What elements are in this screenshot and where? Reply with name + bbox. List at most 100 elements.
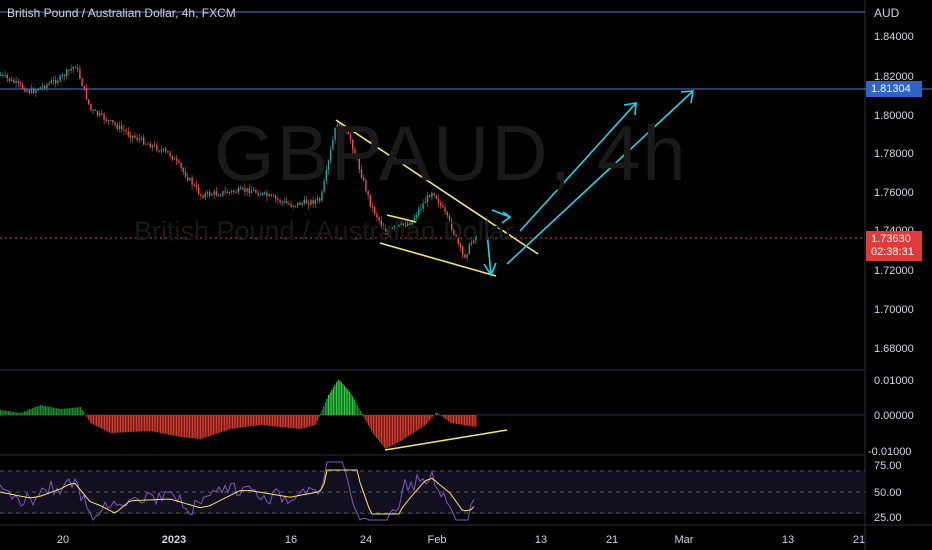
histogram-bar	[16, 412, 18, 415]
candle-body	[162, 148, 165, 150]
histogram-bar	[129, 415, 131, 433]
candle-body	[299, 202, 301, 205]
rsi-tick: 25.00	[874, 512, 902, 524]
candle-body	[444, 207, 446, 212]
histogram-bar	[344, 386, 346, 415]
histogram-bar	[332, 387, 334, 415]
histogram-bar	[340, 382, 342, 415]
candle-body	[30, 89, 33, 93]
histogram-bar	[51, 407, 53, 415]
histogram-bar	[184, 415, 186, 438]
candle-body	[206, 192, 209, 194]
histogram-bar	[217, 415, 219, 434]
candle-body	[83, 86, 85, 89]
candle-body	[437, 198, 440, 204]
histogram-bar	[313, 415, 315, 426]
histogram-bar	[289, 415, 291, 428]
histogram-bar	[169, 415, 171, 435]
histogram-bar	[206, 415, 208, 437]
histogram-bar	[100, 415, 102, 429]
histogram-bar	[134, 415, 136, 432]
histogram-bar	[83, 412, 85, 415]
histogram-bar	[400, 415, 402, 441]
histogram-bar	[180, 415, 182, 438]
histogram-bar	[8, 411, 10, 415]
histogram-bar	[320, 413, 322, 415]
time-label: 2023	[162, 534, 186, 546]
histogram-bar	[270, 415, 272, 427]
histogram-bar	[470, 415, 472, 427]
histogram-bar	[174, 415, 176, 436]
histogram-bar	[153, 415, 155, 432]
price-tick: 1.84000	[874, 31, 914, 43]
histogram-bar	[56, 408, 58, 415]
price-tick: 1.72000	[874, 265, 914, 277]
time-label: 16	[285, 534, 297, 546]
candle-body	[424, 201, 426, 204]
candle-body	[149, 143, 151, 148]
histogram-bar	[52, 407, 54, 415]
candle-body	[418, 209, 420, 216]
candle-body	[288, 203, 290, 205]
histogram-bar	[368, 415, 370, 426]
histogram-bar	[147, 415, 149, 432]
histogram-bar	[334, 384, 336, 415]
histogram-bar	[377, 415, 379, 440]
candle-body	[189, 178, 191, 181]
histogram-bar	[468, 415, 470, 426]
histogram-bar	[235, 415, 237, 429]
candle-body	[41, 85, 44, 88]
candle-body	[158, 150, 160, 152]
candle-body	[6, 74, 8, 79]
histogram-bar	[1, 410, 3, 415]
histogram-bar	[120, 415, 122, 433]
histogram-bar	[105, 415, 107, 431]
candle-body	[37, 89, 39, 91]
histogram-bar	[108, 415, 110, 433]
time-label: 21	[606, 534, 618, 546]
candle-body	[35, 90, 37, 93]
candle-body	[145, 143, 147, 145]
histogram-bar	[172, 415, 174, 436]
candle-body	[123, 129, 125, 131]
candle-body	[371, 206, 374, 208]
histogram-bar	[350, 393, 352, 415]
histogram-bar	[398, 415, 400, 442]
histogram-bar	[204, 415, 206, 438]
histogram-bar	[193, 415, 195, 439]
histogram-bar	[251, 415, 253, 427]
candle-body	[125, 130, 127, 132]
histogram-bar	[304, 415, 306, 428]
oscillator-histogram[interactable]	[0, 379, 477, 449]
histogram-bar	[91, 415, 93, 424]
histogram-bar	[348, 391, 350, 415]
candle-body	[374, 207, 376, 214]
histogram-bar	[356, 405, 358, 415]
histogram-bar	[240, 415, 242, 428]
histogram-bar	[435, 412, 437, 415]
histogram-bar	[43, 405, 45, 415]
candle-body	[171, 156, 173, 160]
histogram-bar	[88, 415, 90, 420]
histogram-bar	[456, 415, 458, 424]
candle-body	[308, 203, 310, 205]
histogram-bar	[443, 415, 445, 418]
histogram-bar	[182, 415, 184, 438]
candle-body	[92, 109, 94, 111]
histogram-bar	[411, 415, 413, 434]
histogram-bar	[115, 415, 117, 433]
price-tick: 1.80000	[874, 110, 914, 122]
histogram-bar	[126, 415, 128, 433]
candle-body	[90, 103, 92, 111]
histogram-bar	[307, 415, 309, 428]
chart-canvas[interactable]: 1.84000 1.82000 1.80000 1.78000 1.76000 …	[0, 0, 932, 550]
symbol-title[interactable]: British Pound / Australian Dollar, 4h, F…	[7, 6, 236, 20]
candle-body	[121, 125, 123, 130]
price-tick: 1.76000	[874, 187, 914, 199]
histogram-bar	[92, 415, 94, 425]
watermark-ticker: GBPAUD, 4h	[214, 109, 688, 197]
histogram-bar	[163, 415, 165, 434]
candle-body	[70, 68, 72, 71]
candle-body	[22, 84, 24, 89]
histogram-bar	[345, 387, 347, 415]
